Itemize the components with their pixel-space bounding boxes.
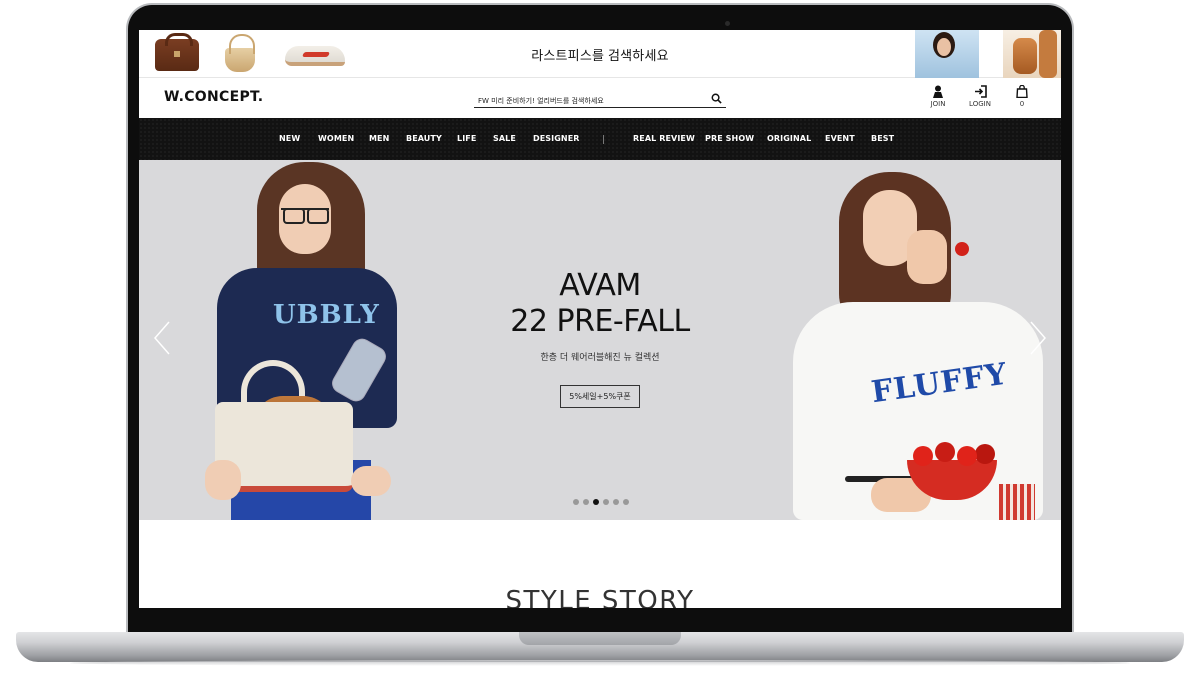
slide-dot[interactable]	[573, 499, 579, 505]
login-button[interactable]: LOGIN	[960, 85, 1000, 108]
slide-dot[interactable]	[623, 499, 629, 505]
section-title: STYLE STORY	[505, 586, 695, 608]
nav-item-real-review[interactable]: REAL REVIEW	[633, 134, 695, 143]
nav-item-life[interactable]: LIFE	[457, 134, 476, 143]
hero-coupon-button[interactable]: 5%세일+5%쿠폰	[560, 385, 640, 408]
nav-item-designer[interactable]: DESIGNER	[533, 134, 580, 143]
slide-dot[interactable]	[583, 499, 589, 505]
hero-title: AVAM 22 PRE-FALL	[139, 268, 1061, 340]
model-thumbnail-2[interactable]	[1003, 30, 1061, 78]
nav-item-women[interactable]: WOMEN	[318, 134, 354, 143]
hero-subtitle: 한층 더 웨어러블해진 뉴 컬렉션	[540, 353, 660, 363]
camera-icon	[725, 21, 730, 26]
browser-screen: 라스트피스를 검색하세요 W.CONCEPT. JOIN LOGIN	[139, 30, 1061, 608]
cart-button[interactable]: 0	[1002, 85, 1042, 108]
user-icon	[933, 85, 943, 98]
model-thumbnail-1[interactable]	[915, 30, 979, 78]
nav-item-best[interactable]: BEST	[871, 134, 894, 143]
slide-dot[interactable]	[593, 499, 599, 505]
screen-bezel-bottom	[139, 608, 1061, 618]
nav-item-original[interactable]: ORIGINAL	[767, 134, 811, 143]
nav-item-beauty[interactable]: BEAUTY	[406, 134, 442, 143]
promo-banner[interactable]: 라스트피스를 검색하세요	[139, 30, 1061, 78]
slide-indicators	[573, 499, 633, 507]
hero-model-right: FLUFFY	[779, 160, 1061, 520]
main-navigation: NEW WOMEN MEN BEAUTY LIFE SALE DESIGNER …	[139, 118, 1061, 160]
slide-dot[interactable]	[613, 499, 619, 505]
search-icon[interactable]	[711, 93, 722, 104]
nav-item-new[interactable]: NEW	[279, 134, 300, 143]
nav-item-pre-show[interactable]: PRE SHOW	[705, 134, 754, 143]
nav-item-sale[interactable]: SALE	[493, 134, 516, 143]
login-label: LOGIN	[969, 100, 991, 108]
hero-model-left: UBBLY	[201, 160, 411, 520]
laptop-shadow	[70, 660, 1130, 666]
site-logo[interactable]: W.CONCEPT.	[164, 89, 263, 105]
search-input[interactable]	[474, 94, 704, 105]
chevron-left-icon[interactable]	[151, 320, 173, 356]
content-section: STYLE STORY	[139, 520, 1061, 608]
shopping-bag-icon	[1016, 85, 1028, 98]
hero-title-line-2: 22 PRE-FALL	[510, 304, 690, 339]
login-icon	[974, 85, 987, 98]
slide-dot[interactable]	[603, 499, 609, 505]
hero-banner[interactable]: UBBLY FLUFFY AVAM 22 PRE-FALL 한층 더 웨어러블해…	[139, 160, 1061, 520]
nav-item-event[interactable]: EVENT	[825, 134, 855, 143]
chevron-right-icon[interactable]	[1027, 320, 1049, 356]
nav-item-men[interactable]: MEN	[369, 134, 389, 143]
search-bar[interactable]	[474, 90, 726, 108]
nav-divider	[603, 135, 604, 144]
hero-title-line-1: AVAM	[559, 268, 641, 303]
laptop-notch	[519, 632, 681, 645]
site-header: W.CONCEPT. JOIN LOGIN	[139, 78, 1061, 118]
cart-count: 0	[1019, 100, 1025, 108]
join-label: JOIN	[930, 100, 946, 108]
join-button[interactable]: JOIN	[918, 85, 958, 108]
